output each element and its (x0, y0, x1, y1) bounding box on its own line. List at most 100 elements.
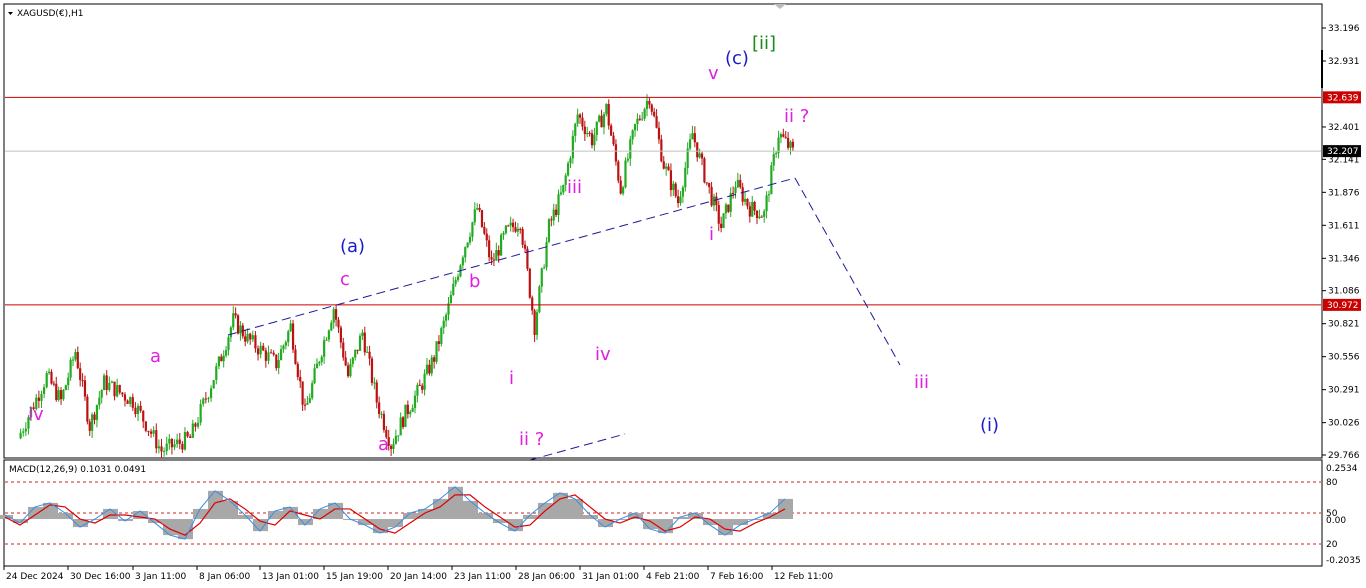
candle-body (698, 153, 701, 158)
candle-body (741, 187, 744, 202)
wave-label: iii (914, 372, 929, 393)
candle-body (562, 184, 565, 193)
candle-body (244, 336, 247, 342)
wave-label: i (709, 224, 714, 245)
candle-body (550, 219, 553, 221)
candle-body (645, 100, 649, 109)
candle-body (370, 358, 374, 383)
candle-body (772, 154, 775, 166)
candle-body (108, 382, 111, 391)
macd-tick-label: 20 (1326, 540, 1338, 550)
candle-body (358, 335, 362, 351)
price-tick-label: 31.611 (1328, 221, 1360, 231)
candle-body (313, 368, 316, 384)
wave-label: iii (567, 177, 582, 198)
candle-body (52, 383, 55, 385)
candle-body (566, 163, 570, 176)
candle-body (401, 417, 405, 428)
candle-body (196, 422, 200, 427)
candle-body (751, 201, 754, 217)
candle-body (249, 333, 252, 340)
candle-body (619, 180, 622, 194)
candle-body (368, 351, 371, 359)
candle-body (779, 134, 783, 138)
candle-body (392, 443, 395, 449)
candle-body (86, 396, 89, 422)
candle-body (375, 382, 378, 403)
candle-body (165, 443, 168, 452)
candle-body (215, 366, 218, 381)
candle-body (586, 132, 589, 135)
candle-body (294, 349, 297, 364)
macd-histogram-bar (28, 506, 43, 520)
candle-body (602, 114, 606, 128)
candle-body (445, 314, 448, 321)
candle-body (468, 236, 472, 243)
macd-histogram-bar (523, 514, 538, 520)
candle-body (511, 222, 515, 228)
wave-label: iv (595, 344, 611, 365)
candle-body (267, 352, 270, 361)
candle-body (291, 323, 295, 350)
candle-body (181, 443, 184, 450)
candle-body (272, 352, 275, 355)
candle-body (318, 361, 321, 364)
candle-body (514, 227, 517, 232)
candle-body (428, 364, 431, 374)
candle-body (471, 222, 474, 237)
candle-body (782, 134, 785, 137)
candle-body (320, 356, 323, 362)
candle-body (160, 446, 163, 452)
candle-body (454, 280, 457, 284)
macd-tick-label: 0.00 (1326, 516, 1346, 526)
candle-body (648, 100, 651, 105)
candle-body (497, 250, 500, 256)
macd-tick-label: -0.2035 (1326, 556, 1361, 566)
candle-body (183, 432, 187, 450)
candle-body (131, 397, 134, 408)
price-tick-label: 31.346 (1328, 254, 1360, 264)
candle-body (191, 423, 194, 438)
main-chart-frame (3, 3, 1323, 459)
candle-body (672, 183, 675, 191)
candle-body (763, 211, 766, 217)
candle-body (583, 126, 586, 135)
candle-body (440, 327, 443, 345)
candle-body (621, 187, 625, 194)
candle-body (624, 160, 627, 188)
candle-body (19, 432, 22, 439)
candle-body (207, 398, 210, 400)
candle-body (610, 125, 613, 136)
candle-body (202, 398, 205, 405)
candle-body (662, 161, 665, 169)
macd-histogram-bar (718, 519, 733, 536)
macd-title: MACD(12,26,9) 0.1031 0.0491 (9, 465, 146, 475)
candle-body (227, 337, 230, 351)
candle-body (488, 240, 491, 258)
wave-label: (c) (725, 48, 749, 69)
candle-body (483, 226, 486, 234)
candle-body (485, 233, 488, 241)
candle-body (277, 360, 280, 369)
candle-body (110, 381, 114, 383)
candle-body (155, 430, 158, 449)
candle-body (492, 259, 496, 261)
candle-body (555, 209, 558, 216)
candle-body (433, 357, 436, 362)
candle-body (717, 205, 720, 224)
candle-body (739, 179, 742, 188)
candle-body (134, 407, 137, 415)
candle-body (478, 207, 481, 211)
candle-body (325, 339, 328, 341)
candle-body (722, 213, 725, 228)
candle-body (435, 341, 438, 362)
candle-body (715, 196, 718, 206)
candle-body (234, 313, 237, 316)
candle-body (349, 363, 352, 377)
candle-body (430, 357, 433, 374)
candle-body (605, 103, 608, 115)
macd-histogram-bar (178, 519, 193, 540)
wave-label: v (708, 63, 719, 84)
time-tick-label: 3 Jan 11:00 (135, 572, 187, 582)
candle-body (787, 137, 790, 148)
